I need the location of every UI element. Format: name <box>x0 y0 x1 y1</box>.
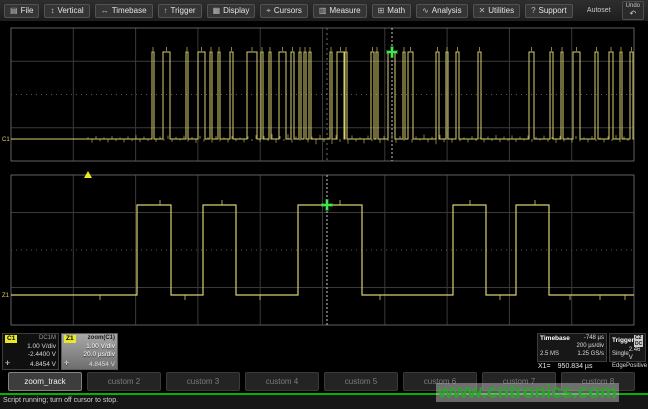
menu-file[interactable]: ▤File <box>4 4 39 18</box>
menu-vertical[interactable]: ↕Vertical <box>44 4 89 18</box>
timebase-rate: 1.25 GS/s <box>577 351 604 359</box>
menu-trigger-label: Trigger <box>171 7 196 15</box>
autoset-button[interactable]: Autoset <box>587 7 617 14</box>
oscilloscope-screen: ▤File↕Vertical↔Timebase↑Trigger▦Display⌖… <box>0 0 648 409</box>
trigger-level: 2.46 V <box>629 347 643 363</box>
vertical-icon: ↕ <box>50 7 54 15</box>
trigger-source-badge: C2 DC <box>634 335 643 347</box>
display-icon: ▦ <box>213 7 221 15</box>
function-button-custom-3[interactable]: custom 3 <box>166 372 240 391</box>
z1-cursor-cross-marker[interactable] <box>322 200 332 210</box>
function-button-custom-4[interactable]: custom 4 <box>245 372 319 391</box>
z1-trace-left-label: Z1 <box>2 293 10 299</box>
timebase-samples: 2.5 MS <box>540 351 559 359</box>
menu-math[interactable]: ⊞Math <box>372 4 412 18</box>
channel-descriptor-c1[interactable]: C1 DC1M 1.00 V/div -2.4400 V ✛ 4.8454 V <box>2 333 59 370</box>
timebase-icon: ↔ <box>101 7 109 15</box>
menu-vertical-label: Vertical <box>57 7 83 15</box>
c1-offset: -2.4400 V <box>5 351 56 359</box>
function-button-zoom_track[interactable]: zoom_track <box>8 372 82 391</box>
timebase-offset: -748 µs <box>584 335 604 343</box>
support-icon: ? <box>531 7 535 15</box>
menu-analysis[interactable]: ∿Analysis <box>416 4 468 18</box>
watermark: www.cntronics.com <box>436 383 619 402</box>
menu-measure[interactable]: ▥Measure <box>313 4 367 18</box>
menu-utilities-label: Utilities <box>488 7 514 15</box>
trigger-descriptor[interactable]: Trigger C2 DC Single 2.46 V Edge Positiv… <box>609 333 646 362</box>
c1-badge: C1 <box>5 335 17 343</box>
trigger-type: Edge <box>612 363 626 371</box>
z1-cursor-value: 4.8454 V <box>89 361 115 369</box>
function-button-custom-5[interactable]: custom 5 <box>324 372 398 391</box>
c1-trace-left-label: C1 <box>2 137 10 143</box>
menu-file-label: File <box>21 7 34 15</box>
cursors-icon: ⌖ <box>266 7 271 15</box>
measure-icon: ▥ <box>319 7 327 15</box>
menu-measure-label: Measure <box>329 7 360 15</box>
menu-display[interactable]: ▦Display <box>207 4 256 18</box>
status-message: Script running; turn off cursor to stop. <box>3 397 118 404</box>
channel-descriptor-z1[interactable]: Z1 zoom(C1) 1.00 V/div 20.0 µs/div ✛ 4.8… <box>61 333 118 370</box>
menu-cursors-label: Cursors <box>274 7 302 15</box>
timebase-descriptor[interactable]: Timebase -748 µs 200 µs/div 2.5 MS 1.25 … <box>537 333 607 362</box>
trigger-icon: ↑ <box>164 7 168 15</box>
undo-icon: ↶ <box>629 10 636 18</box>
menu-bar: ▤File ↕Vertical ↔Timebase ↑Trigger ▦Display ⌖… <box>0 0 648 22</box>
menu-cursors[interactable]: ⌖Cursors <box>260 4 308 18</box>
c1-coupling: DC1M <box>39 335 56 343</box>
function-button-custom-2[interactable]: custom 2 <box>87 372 161 391</box>
c1-cursor-value: 4.8454 V <box>30 361 56 369</box>
trigger-mode: Single <box>612 351 629 359</box>
menu-timebase[interactable]: ↔Timebase <box>95 4 153 18</box>
z1-source: zoom(C1) <box>88 335 115 343</box>
utilities-icon: ✕ <box>479 7 486 15</box>
z1-badge: Z1 <box>64 335 76 343</box>
undo-button[interactable]: Undo ↶ <box>622 1 644 20</box>
x1-label: X1= <box>538 363 551 370</box>
menu-analysis-label: Analysis <box>432 7 462 15</box>
analysis-icon: ∿ <box>422 7 429 15</box>
file-icon: ▤ <box>10 7 18 15</box>
menu-math-label: Math <box>387 7 405 15</box>
trigger-slope: Positive <box>626 363 647 371</box>
menu-display-label: Display <box>223 7 249 15</box>
menu-support[interactable]: ? Support <box>525 4 572 18</box>
cursor-x1-readout: X1= 950.834 µs <box>538 363 592 370</box>
z1-time-per-div: 20.0 µs/div <box>64 351 115 359</box>
cursor-marker-icon: ✛ <box>64 361 69 369</box>
timebase-scale: 200 µs/div <box>577 343 604 351</box>
trigger-label: Trigger <box>612 337 634 345</box>
menu-timebase-label: Timebase <box>112 7 147 15</box>
x1-value: 950.834 µs <box>558 363 593 370</box>
math-icon: ⊞ <box>378 7 385 15</box>
menu-support-label: Support <box>539 7 567 15</box>
c1-volts-per-div: 1.00 V/div <box>5 343 56 351</box>
menu-utilities[interactable]: ✕Utilities <box>473 4 520 18</box>
z1-volts-per-div: 1.00 V/div <box>64 343 115 351</box>
menu-trigger[interactable]: ↑Trigger <box>158 4 202 18</box>
timebase-label: Timebase <box>540 335 570 343</box>
cursor-marker-icon: ✛ <box>5 361 10 369</box>
